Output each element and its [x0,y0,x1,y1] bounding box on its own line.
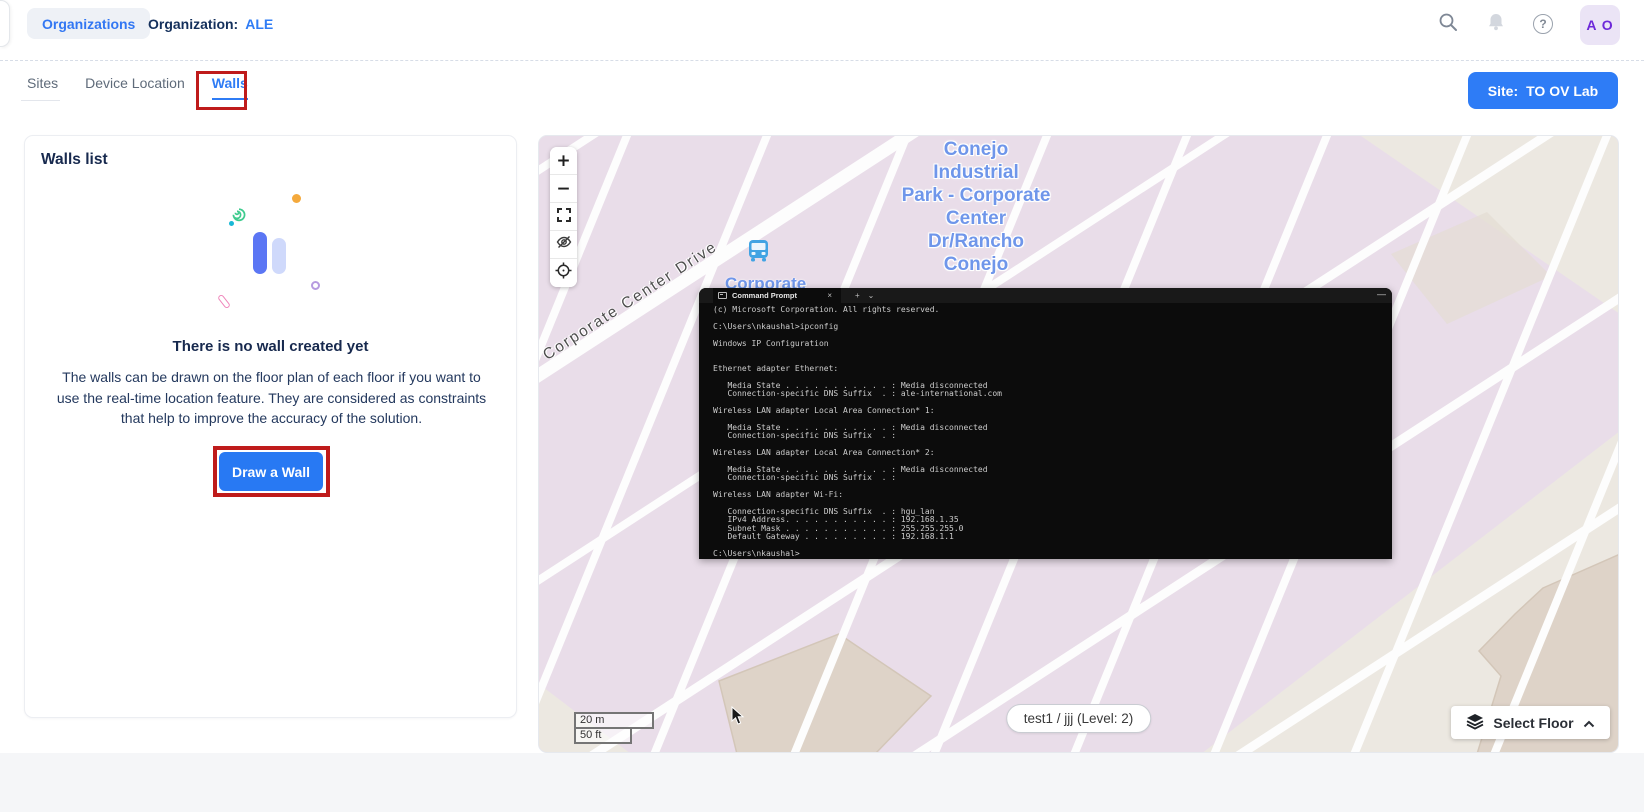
plus-icon: + [556,150,571,171]
organization-value-link[interactable]: ALE [245,16,273,32]
current-floor-badge: test1 / jjj (Level: 2) [1005,704,1152,733]
illustration-purple-circle [311,281,320,290]
terminal-tab: Command Prompt × [713,288,841,303]
organization-breadcrumb: Organization: ALE [148,0,273,47]
map-controls-toolbar: + − [550,147,577,287]
zoom-out-button[interactable]: − [550,175,577,203]
illustration-green-swirl [230,206,248,229]
tab-bar: Sites Device Location Walls [20,75,248,101]
topbar-actions: ? A O [1438,0,1620,47]
page-footer-area [0,753,1644,812]
tab-sites[interactable]: Sites [20,75,61,101]
illustration-wall-bar-light [272,238,286,274]
walls-list-title: Walls list [41,151,108,168]
minimize-icon: — [1377,289,1386,299]
tab-device-location[interactable]: Device Location [85,75,185,100]
illustration-orange-dot [292,194,301,203]
walls-list-panel: Walls list There is no wall created yet … [24,135,517,718]
collapsed-nav-handle[interactable] [0,0,10,47]
top-bar: Organizations Organization: ALE ? A O [0,0,1644,61]
tab-close-icon: × [827,291,832,300]
illustration-pink-pencil [217,293,231,310]
help-button[interactable]: ? [1533,13,1553,34]
crosshair-icon [555,262,572,284]
floorplan-terminal-screenshot: Command Prompt × + ⌄ — (c) Microsoft Cor… [699,288,1392,559]
site-label: Site: [1487,82,1519,99]
terminal-tab-title: Command Prompt [732,291,798,300]
minus-icon: − [556,178,571,199]
map-scale-control: 20 m 50 ft [574,712,654,744]
select-floor-label: Select Floor [1493,714,1574,731]
illustration-teal-dot [229,221,234,226]
hide-visibility-button[interactable] [550,231,577,259]
layers-icon [1466,713,1484,733]
tab-dropdown-icon: ⌄ [867,291,875,300]
empty-state-title: There is no wall created yet [172,338,369,355]
site-selector-button[interactable]: Site: TO OV Lab [1468,72,1618,109]
bus-stop-icon [745,237,772,269]
scale-imperial: 50 ft [574,729,632,744]
terminal-title-bar: Command Prompt × + ⌄ — [699,288,1392,303]
terminal-output: (c) Microsoft Corporation. All rights re… [699,303,1392,559]
draw-a-wall-button[interactable]: Draw a Wall [219,452,323,491]
scale-metric: 20 m [574,712,654,729]
command-prompt-icon [718,292,727,299]
select-floor-button[interactable]: Select Floor [1451,706,1610,739]
search-icon [1438,12,1459,36]
search-button[interactable] [1438,12,1459,36]
new-tab-icon: + [855,291,860,300]
fullscreen-icon [556,207,571,227]
zoom-in-button[interactable]: + [550,147,577,175]
fullscreen-button[interactable] [550,203,577,231]
tab-walls[interactable]: Walls [211,75,248,100]
organization-label: Organization: [148,15,239,32]
empty-state-description: The walls can be drawn on the floor plan… [56,369,487,426]
site-value: TO OV Lab [1526,82,1599,99]
chevron-up-icon [1583,715,1595,731]
terminal-text: (c) Microsoft Corporation. All rights re… [713,305,1002,558]
eye-off-icon [556,234,572,255]
illustration-wall-bar-blue [253,232,267,274]
notifications-button[interactable] [1486,12,1506,35]
map[interactable]: Conejo Industrial Park - Corporate Cente… [538,135,1619,753]
locate-button[interactable] [550,259,577,287]
user-avatar[interactable]: A O [1580,4,1620,45]
help-icon: ? [1533,13,1553,34]
bell-icon [1486,12,1506,35]
organizations-button[interactable]: Organizations [27,8,151,39]
